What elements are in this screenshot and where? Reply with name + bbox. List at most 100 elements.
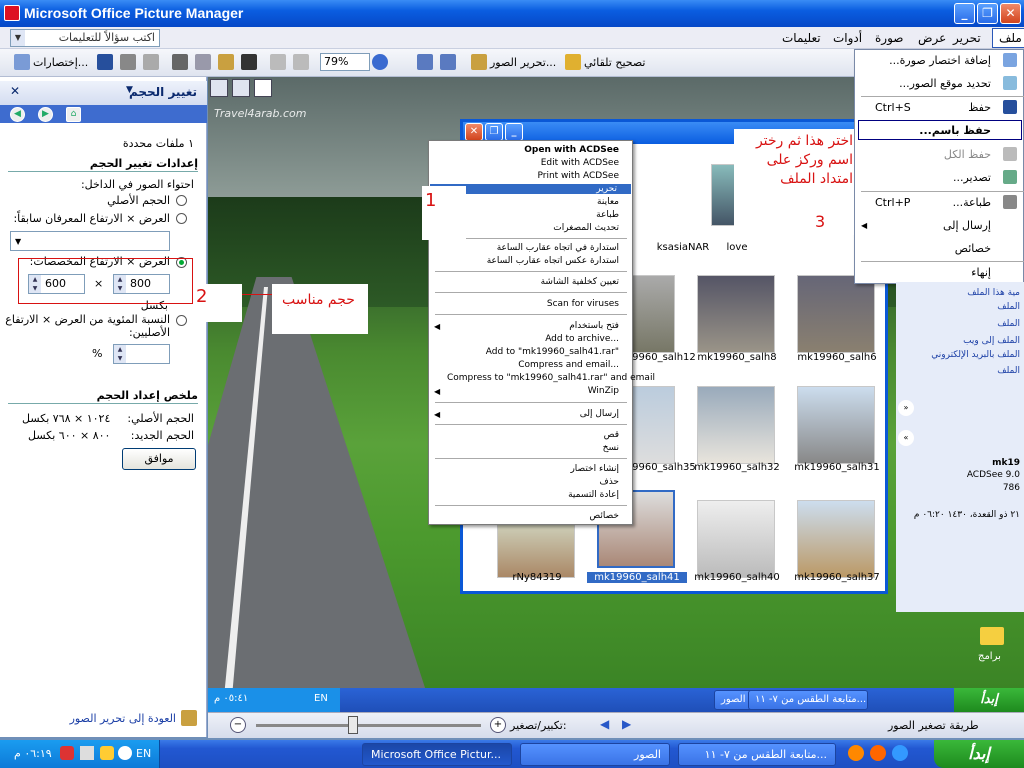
auto-correct-icon[interactable] [565,54,581,70]
auto-correct-button[interactable]: تصحيح تلقائي [584,56,645,69]
ctx-open-acdsee[interactable]: Open with ACDSee [447,145,619,155]
ctx-rename[interactable]: إعادة التسمية [447,490,619,500]
acdsee-close-button[interactable]: ✕ [465,123,483,141]
start-button[interactable]: إبدأ [934,740,1024,768]
shortcuts-button[interactable]: إختصارات... [33,56,88,69]
ctx-rotate-ccw[interactable]: استدارة عكس اتجاه عقارب الساعة [447,256,619,266]
task-link[interactable]: الملف بالبريد الإلكتروني [931,350,1020,360]
radio-predefined[interactable] [176,213,187,224]
ctx-delete[interactable]: حذف [447,477,619,487]
ctx-copy[interactable]: نسخ [447,443,619,453]
print-icon[interactable] [120,54,136,70]
expand-icon[interactable]: » [898,400,914,416]
zoom-in-icon[interactable]: + [490,717,506,733]
ctx-print-acdsee[interactable]: Print with ACDSee [447,171,619,181]
taskbar-weather[interactable]: متابعة الطقس من ٧- ١١... [678,743,836,766]
rotate-icon[interactable] [417,54,433,70]
language-indicator[interactable]: EN [136,747,151,760]
ctx-winzip[interactable]: WinZip [447,386,619,396]
ctx-properties[interactable]: خصائص [447,511,619,521]
clock[interactable]: ٠٦:١٩ م [14,747,52,760]
task-link[interactable]: الملف [997,319,1020,329]
save-icon[interactable] [97,54,113,70]
zoom-select[interactable]: 79% [320,53,370,71]
delete-icon[interactable] [241,54,257,70]
zoom-out-icon[interactable]: − [230,717,246,733]
fm-add-shortcut[interactable]: إضافة اختصار صورة... [889,54,991,67]
shortcut-icon[interactable] [14,54,30,70]
menu-edit[interactable]: تحرير [953,31,981,45]
collapse-icon[interactable]: « [898,430,914,446]
ctx-add-rar[interactable]: Add to "mk19960_salh41.rar" [447,347,619,357]
close-button[interactable]: ✕ [1000,3,1021,24]
ctx-scan-viruses[interactable]: Scan for viruses [447,299,619,309]
back-to-edit-link[interactable]: العودة إلى تحرير الصور [70,712,176,725]
menu-file[interactable]: ملف [992,28,1024,48]
thumbnail[interactable] [797,386,875,464]
help-icon[interactable] [372,54,388,70]
copy-icon[interactable] [195,54,211,70]
zoom-slider-track[interactable] [256,724,481,727]
fm-save[interactable]: حفظ [968,101,991,114]
percent-input[interactable]: ▲ ▼ [113,344,170,364]
ctx-open-with[interactable]: فتح باستخدام [447,321,619,331]
fm-print[interactable]: طباعة... [953,196,991,209]
fm-export[interactable]: تصدير... [953,171,991,184]
home-icon[interactable]: ⌂ [66,107,81,122]
ctx-create-shortcut[interactable]: إنشاء اختصار [447,464,619,474]
edit-pictures-button[interactable]: تحرير الصور... [490,56,556,69]
ctx-rotate-cw[interactable]: استدارة في اتجاه عقارب الساعة [447,243,619,253]
ctx-preview[interactable]: معاينة [447,197,619,207]
messenger-icon[interactable] [848,745,864,761]
shield-icon[interactable] [60,746,74,760]
help-search-input[interactable]: ▼ اكتب سؤالاً للتعليمات [10,29,160,47]
task-link[interactable]: الملف إلى ويب [963,336,1020,346]
ctx-set-wallpaper[interactable]: تعيين كخلفية الشاشة [447,277,619,287]
task-link[interactable]: الملف [997,366,1020,376]
predefined-select[interactable]: ▼ [10,231,170,251]
paste-icon[interactable] [218,54,234,70]
fm-send-to[interactable]: إرسال إلى [943,219,991,232]
fm-properties[interactable]: خصائص [955,242,991,255]
undo-icon[interactable] [270,54,286,70]
minimize-button[interactable]: _ [954,3,975,24]
thumbnail[interactable] [797,500,875,578]
maximize-button[interactable]: ❐ [977,3,998,24]
programs-folder-icon[interactable] [980,627,1004,645]
acdsee-min-button[interactable]: _ [505,123,523,141]
firefox-icon[interactable] [870,745,886,761]
thumbnail[interactable] [697,500,775,578]
next-picture-icon[interactable]: ▶ [622,717,631,731]
back-nav-icon[interactable]: ◀ [10,107,25,122]
security-icon[interactable] [100,746,114,760]
thumbnail[interactable] [697,275,775,353]
acdsee-max-button[interactable]: ❐ [485,123,503,141]
pane-close-icon[interactable]: ✕ [10,84,20,98]
filmstrip-view-icon[interactable] [232,79,250,97]
thumbnail[interactable] [697,386,775,464]
single-view-icon[interactable] [254,79,272,97]
zoom-slider-thumb[interactable] [348,716,358,734]
ie-icon[interactable] [892,745,908,761]
menu-view[interactable]: عرض [918,31,946,45]
cut-icon[interactable] [172,54,188,70]
chevron-down-icon[interactable]: ▼ [11,30,25,46]
prev-picture-icon[interactable]: ◀ [600,717,609,731]
thumbnail[interactable] [797,275,875,353]
forward-nav-icon[interactable]: ▶ [38,107,53,122]
percent-spinner-icon[interactable]: ▲ ▼ [114,345,126,363]
fm-exit[interactable]: إنهاء [971,266,991,279]
menu-picture[interactable]: صورة [875,31,903,45]
fm-locate-pictures[interactable]: تحديد موقع الصور... [899,77,991,90]
menu-help[interactable]: تعليمات [782,31,821,45]
thumbnail-view-icon[interactable] [210,79,228,97]
edit-pictures-icon[interactable] [471,54,487,70]
fm-save-all[interactable]: حفظ الكل [944,148,991,161]
ctx-refresh-thumbs[interactable]: تحديث المصغرات [447,223,619,233]
ctx-print[interactable]: طباعة [447,210,619,220]
radio-percent[interactable] [176,315,187,326]
ctx-cut[interactable]: قص [447,430,619,440]
ctx-compress-email[interactable]: Compress and email... [447,360,619,370]
ctx-add-archive[interactable]: Add to archive... [447,334,619,344]
network-icon[interactable] [80,746,94,760]
